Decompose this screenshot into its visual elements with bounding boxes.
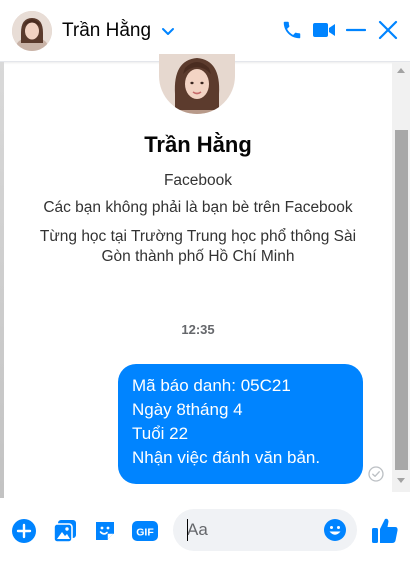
gif-button[interactable]: GIF [131,517,159,545]
phone-call-button[interactable] [276,12,308,48]
chat-window: Trần Hằng Trần Hằng Facebook Các bạn khô… [0,0,410,567]
svg-text:GIF: GIF [136,527,154,539]
gif-icon: GIF [132,521,158,541]
contact-name: Trần Hằng [62,20,152,41]
message-line: Ngày 8tháng 4 [132,400,243,419]
message-line: Mã báo danh: 05C21 [132,376,291,395]
emoji-icon[interactable] [323,518,347,542]
message-input-box[interactable] [173,509,357,551]
text-cursor [187,519,188,541]
phone-icon [283,21,301,39]
scroll-down-icon[interactable] [392,477,410,487]
scroll-up-icon[interactable] [392,66,410,76]
sticker-button[interactable] [91,517,119,545]
close-icon [378,20,398,40]
message-composer: GIF [0,498,410,567]
profile-platform: Facebook [163,172,233,189]
attach-image-button[interactable] [51,517,79,545]
chat-header: Trần Hằng [0,0,410,62]
education-line-2: Gòn thành phố Hồ Chí Minh [101,248,295,265]
seen-check-icon [368,466,384,482]
close-button[interactable] [372,12,404,48]
message-line: Tuổi 22 [132,424,189,443]
scrollbar[interactable] [392,62,410,492]
chevron-down-icon [161,24,175,38]
profile-name: Trần Hằng [144,132,252,157]
header-actions [276,12,404,48]
image-icon [53,520,76,543]
profile-avatar[interactable] [159,54,235,114]
message-input[interactable] [187,515,327,545]
contact-menu[interactable]: Trần Hằng [6,6,181,56]
avatar [12,11,52,51]
video-camera-icon [313,23,335,37]
minimize-button[interactable] [340,12,372,48]
message-line: Nhận việc đánh văn bản. [132,448,321,467]
friend-status-text: Các bạn không phải là bạn bè trên Facebo… [43,199,353,216]
plus-icon [12,519,36,543]
video-call-button[interactable] [308,12,340,48]
minimize-icon [346,28,366,32]
outgoing-message[interactable]: Mã báo danh: 05C21 Ngày 8tháng 4 Tuổi 22… [118,364,363,484]
scrollbar-thumb[interactable] [395,130,408,470]
more-actions-button[interactable] [10,517,38,545]
sticker-icon [96,522,114,540]
message-timestamp: 12:35 [181,322,215,337]
thumbs-up-icon[interactable] [369,515,401,547]
